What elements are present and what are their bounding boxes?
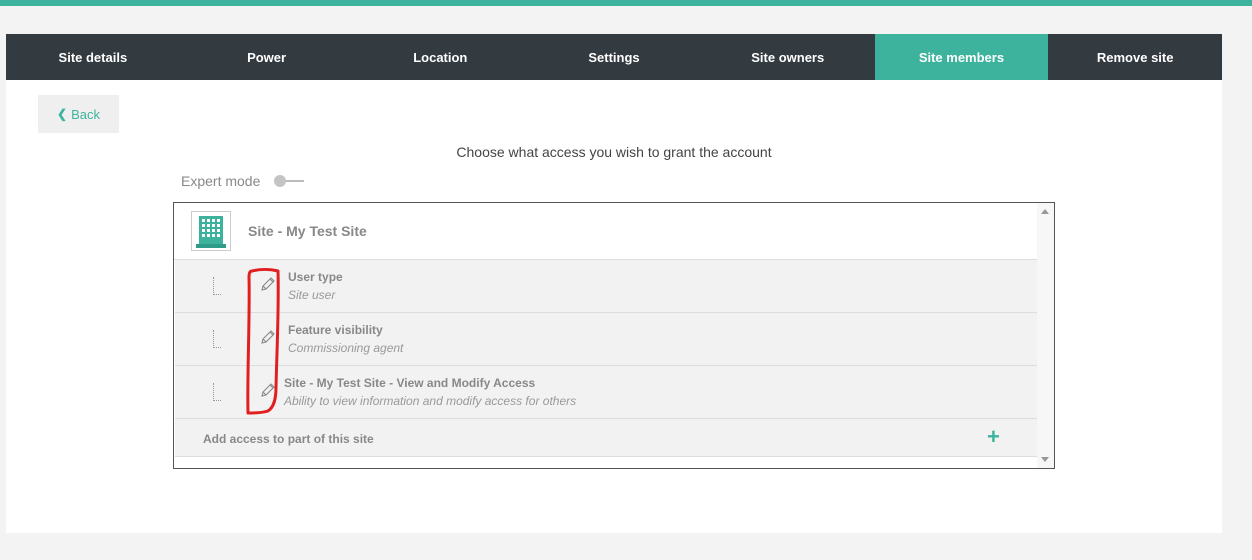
page-heading: Choose what access you wish to grant the…: [456, 144, 772, 160]
top-accent-bar: [0, 0, 1252, 6]
scroll-up-arrow-icon[interactable]: [1041, 209, 1049, 214]
row-subtitle: Ability to view information and modify a…: [284, 394, 577, 408]
access-row: Site - My Test Site - View and Modify Ac…: [175, 366, 1037, 419]
row-subtitle: Commissioning agent: [288, 341, 404, 355]
pencil-icon[interactable]: [259, 275, 277, 293]
main-panel: ❮ Back Choose what access you wish to gr…: [6, 80, 1222, 533]
row-subtitle: Site user: [288, 288, 336, 302]
tab-location[interactable]: Location: [353, 34, 527, 80]
tree-connector: [213, 277, 221, 295]
expert-mode-label: Expert mode: [181, 173, 261, 189]
back-label: Back: [71, 106, 100, 122]
scrollbar[interactable]: [1037, 203, 1054, 468]
expert-mode-control: Expert mode: [181, 173, 305, 189]
add-access-label: Add access to part of this site: [203, 432, 374, 446]
tab-settings[interactable]: Settings: [527, 34, 701, 80]
tab-power[interactable]: Power: [180, 34, 354, 80]
tab-site-owners[interactable]: Site owners: [701, 34, 875, 80]
add-access-row[interactable]: Add access to part of this site +: [175, 419, 1037, 457]
plus-icon[interactable]: +: [987, 424, 1000, 450]
expert-mode-toggle[interactable]: [274, 174, 305, 188]
tab-site-members[interactable]: Site members: [874, 34, 1049, 80]
building-icon: [191, 211, 231, 251]
scroll-down-arrow-icon[interactable]: [1041, 457, 1049, 462]
tree-connector: [213, 383, 221, 401]
access-rows: User type Site user Feature visibility C…: [175, 260, 1037, 457]
back-button[interactable]: ❮ Back: [38, 95, 119, 133]
tab-bar: Site details Power Location Settings Sit…: [6, 34, 1222, 80]
pencil-icon[interactable]: [259, 328, 277, 346]
pencil-icon[interactable]: [259, 381, 277, 399]
site-header: Site - My Test Site: [174, 203, 1038, 260]
chevron-left-icon: ❮: [57, 107, 68, 121]
site-title: Site - My Test Site: [248, 223, 367, 239]
tab-site-details[interactable]: Site details: [6, 34, 180, 80]
access-row: User type Site user: [175, 260, 1037, 313]
toggle-knob: [274, 175, 287, 187]
tree-connector: [213, 330, 221, 348]
access-row: Feature visibility Commissioning agent: [175, 313, 1037, 366]
access-list-box: Site - My Test Site User type Site user …: [173, 202, 1055, 469]
tab-remove-site[interactable]: Remove site: [1048, 34, 1222, 80]
row-title: User type: [288, 270, 343, 284]
row-title: Feature visibility: [288, 323, 383, 337]
row-title: Site - My Test Site - View and Modify Ac…: [284, 376, 536, 390]
